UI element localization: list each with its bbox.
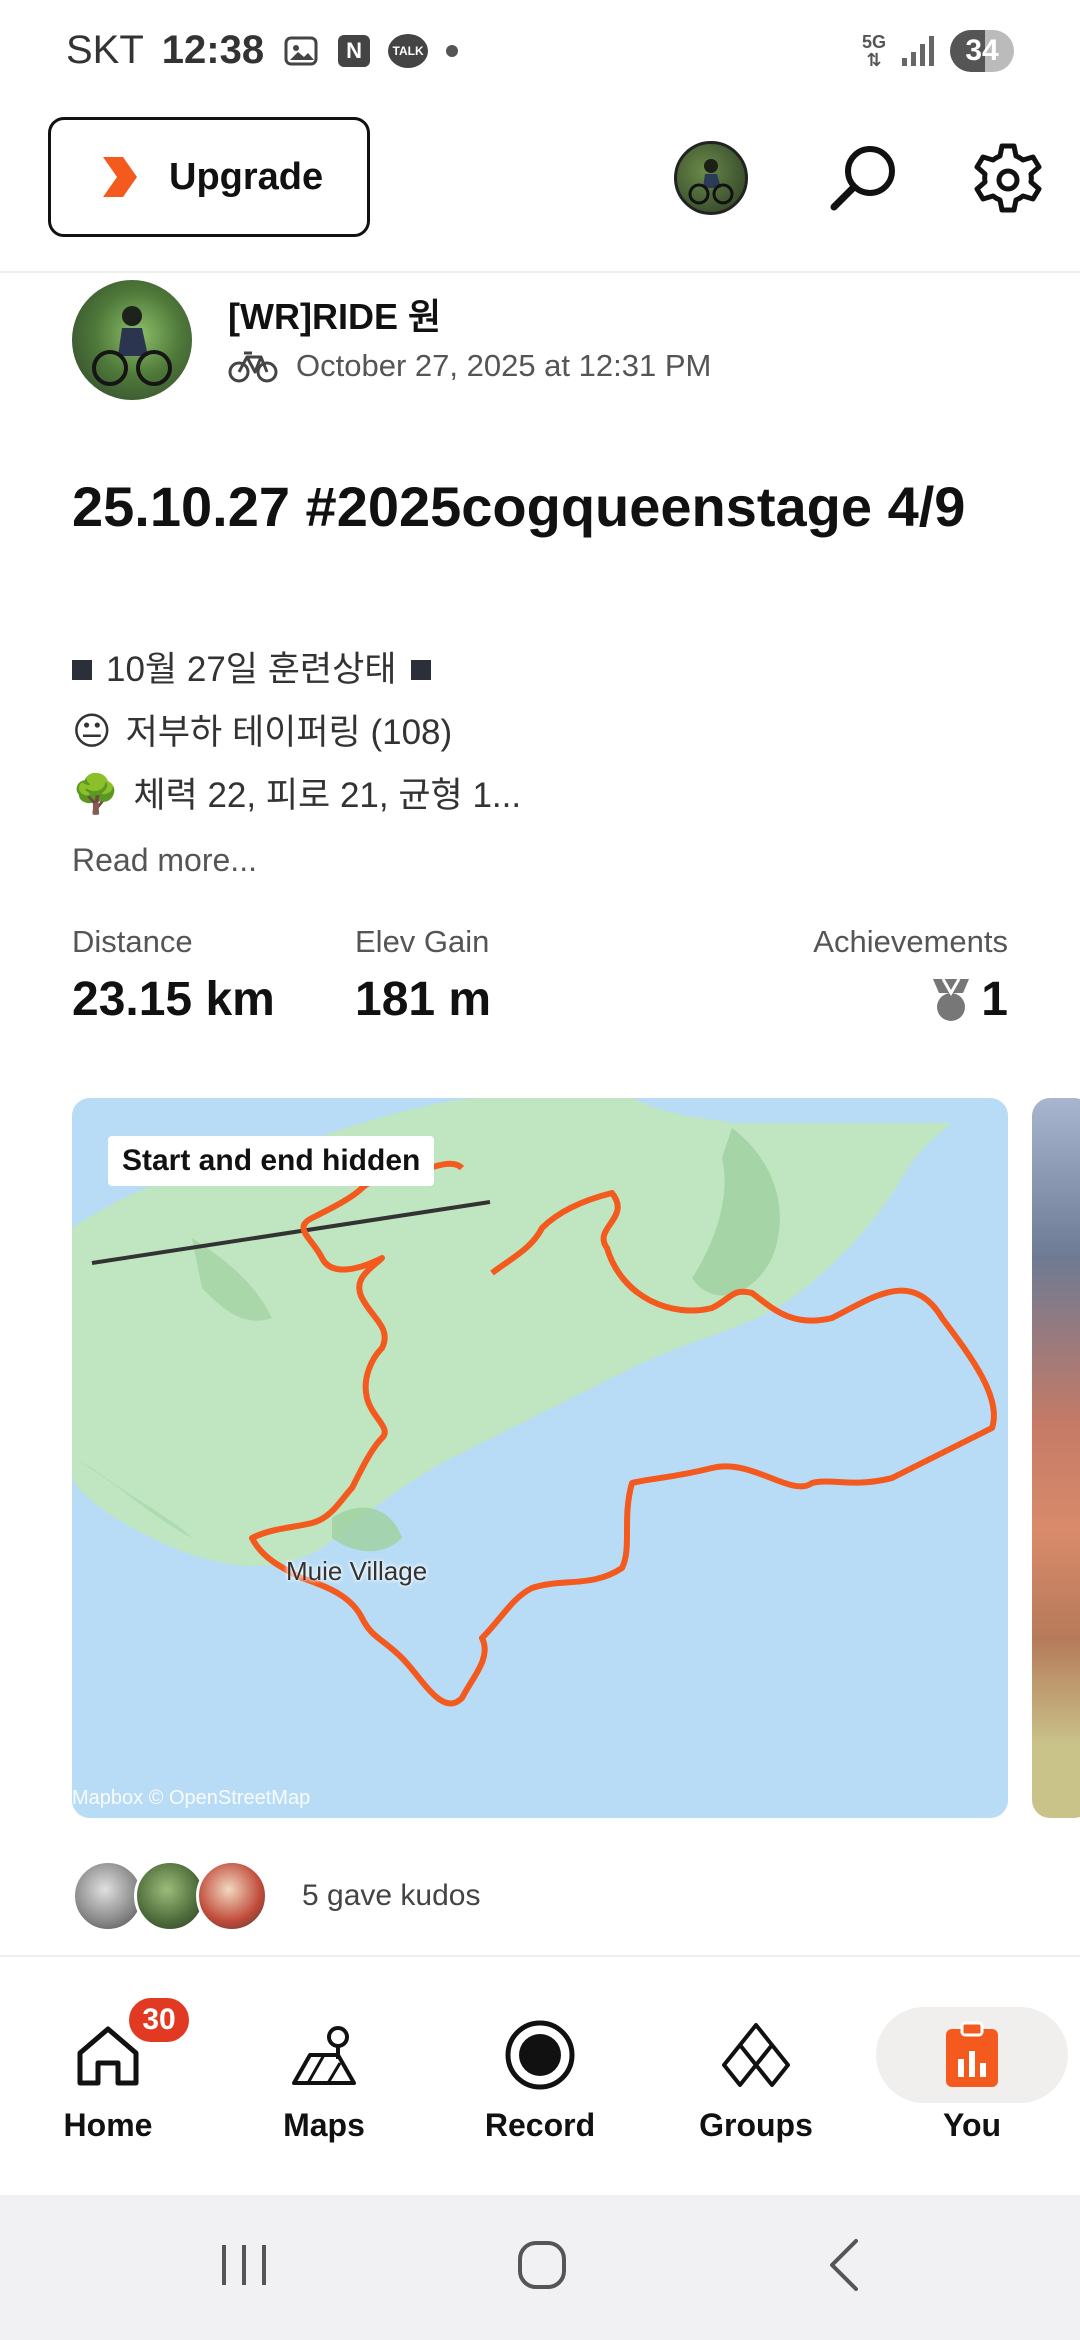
elev-gain-value: 181 m bbox=[355, 973, 492, 1026]
groups-icon bbox=[722, 2023, 790, 2087]
achievements-row: 1 bbox=[813, 972, 1008, 1027]
screenshot-icon bbox=[282, 32, 320, 70]
description-text: 체력 22, 피로 21, 균형 1... bbox=[133, 776, 522, 815]
status-bar: SKT 12:38 N TALK 5G ⇅ 34 bbox=[0, 0, 1080, 105]
nav-home-label: Home bbox=[63, 2107, 153, 2143]
system-nav-bar bbox=[0, 2195, 1080, 2340]
nav-record[interactable]: Record bbox=[432, 1957, 648, 2197]
top-header: Upgrade bbox=[0, 105, 1080, 273]
kudo-avatar bbox=[196, 1860, 268, 1932]
nav-maps-label: Maps bbox=[283, 2107, 365, 2143]
distance-value: 23.15 km bbox=[72, 973, 275, 1026]
square-icon bbox=[410, 659, 431, 680]
description-line: 10월 27일 훈련상태 bbox=[72, 638, 521, 701]
profile-avatar[interactable] bbox=[674, 141, 748, 215]
bottom-nav: Home 30 Maps Record Groups You bbox=[0, 1955, 1080, 2195]
description-line: 😐 저부하 테이퍼링 (108) bbox=[72, 701, 521, 764]
achievements-label: Achievements bbox=[813, 924, 1008, 959]
map-canvas bbox=[72, 1098, 1008, 1818]
network-5g-icon: 5G ⇅ bbox=[861, 32, 886, 70]
network-label: 5G bbox=[861, 32, 886, 52]
home-circle-icon bbox=[518, 2241, 566, 2289]
back-chevron-icon bbox=[830, 2239, 858, 2291]
gear-icon bbox=[974, 143, 1042, 213]
nav-maps[interactable]: Maps bbox=[216, 1957, 432, 2197]
search-button[interactable] bbox=[824, 139, 904, 219]
distance-label: Distance bbox=[72, 924, 193, 959]
square-icon bbox=[72, 659, 92, 680]
description-text: 10월 27일 훈련상태 bbox=[106, 650, 397, 689]
elev-gain-stat: Elev Gain 181 m bbox=[355, 924, 491, 1027]
you-icon bbox=[946, 2021, 998, 2087]
achievements-value: 1 bbox=[981, 973, 1008, 1026]
elev-gain-label: Elev Gain bbox=[355, 924, 490, 959]
route-map[interactable]: Start and end hidden Muie Village Mapbox… bbox=[72, 1098, 1008, 1818]
upgrade-label: Upgrade bbox=[169, 155, 324, 198]
signal-icon bbox=[902, 36, 934, 66]
home-notification-badge: 30 bbox=[126, 1995, 192, 2045]
status-right: 5G ⇅ 34 bbox=[862, 30, 1014, 72]
recent-apps-button[interactable] bbox=[214, 2235, 274, 2300]
tree-icon: 🌳 bbox=[72, 774, 120, 816]
bike-icon bbox=[228, 351, 278, 383]
nav-you-label: You bbox=[942, 2107, 1002, 2143]
carrier-label: SKT bbox=[66, 28, 144, 72]
nav-home[interactable]: Home 30 bbox=[0, 1957, 216, 2197]
kudos-row[interactable]: 5 gave kudos bbox=[72, 1860, 480, 1932]
kakaotalk-icon: TALK bbox=[388, 33, 429, 68]
upgrade-button[interactable]: Upgrade bbox=[48, 117, 370, 237]
nav-record-label: Record bbox=[484, 2107, 596, 2143]
back-button[interactable] bbox=[816, 2235, 876, 2300]
nav-groups[interactable]: Groups bbox=[648, 1957, 864, 2197]
nav-groups-label: Groups bbox=[699, 2107, 813, 2143]
strava-chevron-icon bbox=[103, 157, 137, 197]
privacy-badge: Start and end hidden bbox=[108, 1136, 435, 1186]
description-line: 🌳 체력 22, 피로 21, 균형 1... bbox=[72, 764, 521, 827]
map-place-label: Muie Village bbox=[286, 1556, 428, 1586]
neutral-face-icon: 😐 bbox=[72, 711, 112, 753]
record-icon bbox=[505, 2020, 575, 2090]
map-attribution[interactable]: Mapbox © OpenStreetMap bbox=[72, 1787, 310, 1810]
settings-button[interactable] bbox=[968, 139, 1048, 219]
activity-meta: October 27, 2025 at 12:31 PM bbox=[228, 348, 711, 384]
athlete-avatar[interactable] bbox=[72, 280, 192, 400]
status-time: 12:38 bbox=[161, 28, 265, 72]
activity-date: October 27, 2025 at 12:31 PM bbox=[296, 348, 712, 383]
distance-stat: Distance 23.15 km bbox=[72, 924, 275, 1027]
trophy-icon bbox=[933, 977, 970, 1021]
achievements-stat[interactable]: Achievements 1 bbox=[813, 924, 1008, 1027]
search-icon bbox=[830, 146, 895, 211]
kudos-text: 5 gave kudos bbox=[302, 1879, 481, 1912]
status-left: SKT 12:38 N TALK bbox=[66, 28, 459, 73]
activity-title[interactable]: 25.10.27 #2025cogqueenstage 4/9 bbox=[72, 470, 992, 544]
activity-photo-peek[interactable] bbox=[1032, 1098, 1080, 1818]
notification-dot-icon bbox=[446, 44, 459, 57]
athlete-name[interactable]: [WR]RIDE 원 bbox=[228, 288, 441, 340]
home-system-button[interactable] bbox=[512, 2235, 572, 2300]
recent-apps-icon bbox=[222, 2245, 266, 2285]
maps-icon bbox=[292, 2026, 356, 2085]
nav-you[interactable]: You bbox=[864, 1957, 1080, 2197]
read-more-link[interactable]: Read more... bbox=[72, 842, 257, 879]
battery-indicator: 34 bbox=[950, 30, 1014, 72]
activity-description: 10월 27일 훈련상태 😐 저부하 테이퍼링 (108) 🌳 체력 22, 피… bbox=[72, 638, 521, 827]
description-text: 저부하 테이퍼링 (108) bbox=[125, 713, 453, 752]
naver-icon: N bbox=[338, 34, 371, 67]
